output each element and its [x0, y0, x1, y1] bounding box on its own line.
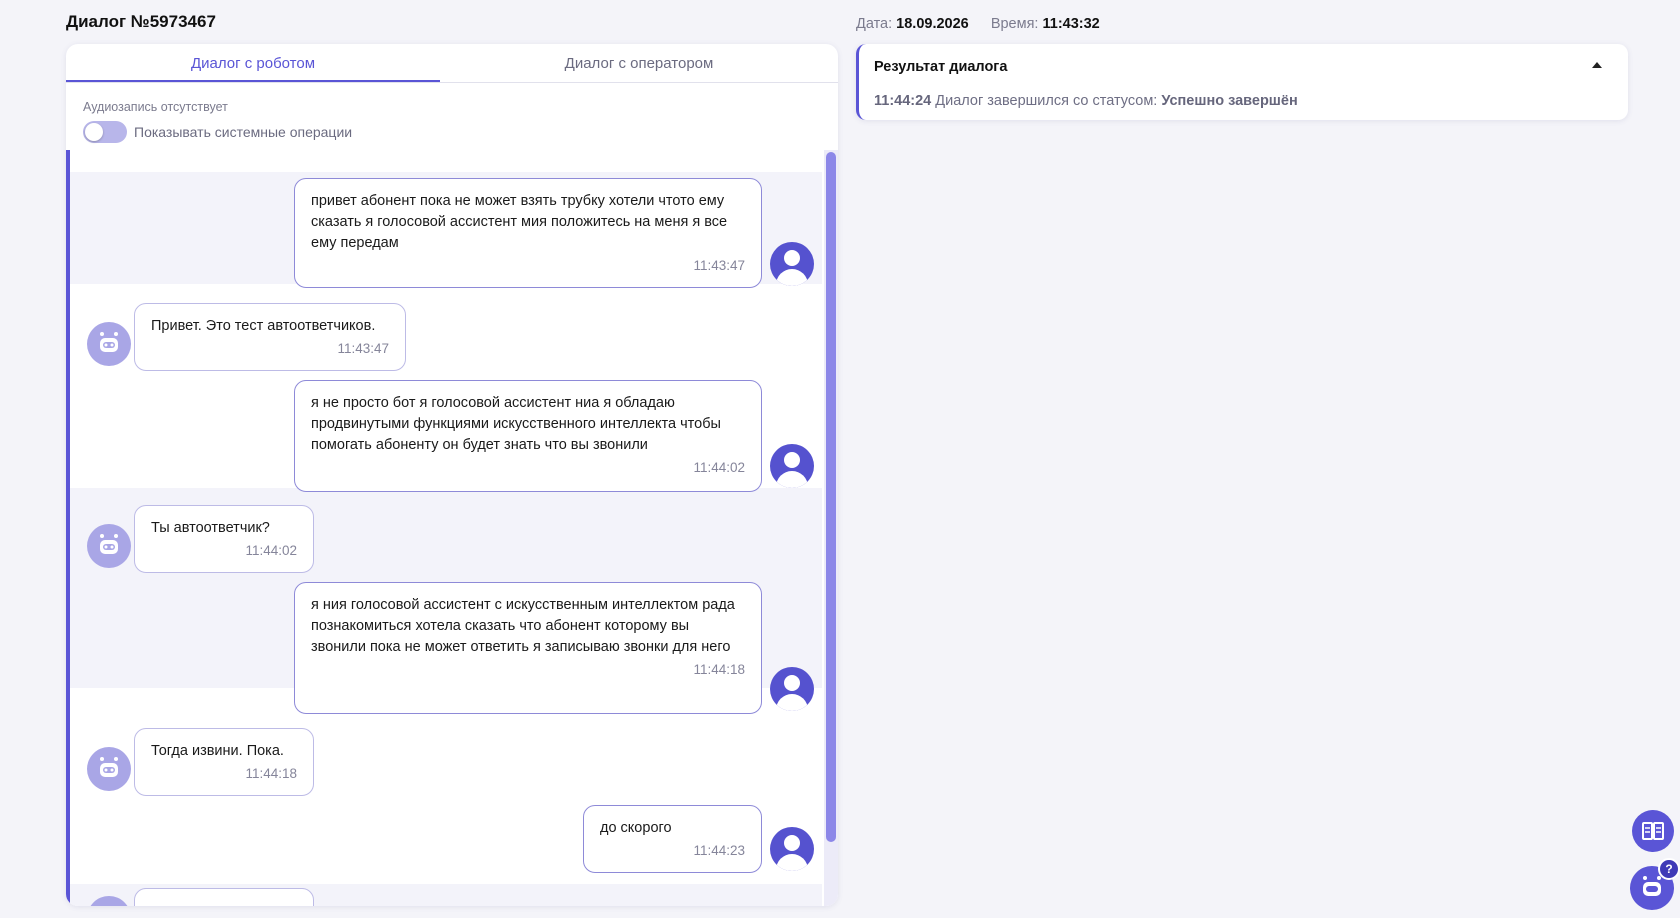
book-icon: [1642, 822, 1664, 840]
toggle-knob: [85, 123, 103, 141]
system-ops-toggle[interactable]: [83, 121, 127, 143]
chevron-up-icon[interactable]: [1592, 62, 1602, 68]
robot-icon: [1643, 876, 1661, 896]
date-label: Дата:: [856, 16, 893, 32]
message-bubble-user: я не просто бот я голосовой ассистент ни…: [294, 380, 762, 492]
message-text: Тогда извини. Пока.: [151, 743, 284, 759]
message-time: 11:44:18: [245, 766, 297, 781]
message-text: Привет. Это тест автоответчиков.: [151, 318, 376, 334]
tab-operator-dialog[interactable]: Диалог с оператором: [440, 44, 838, 82]
chat-scrollbar[interactable]: [824, 150, 838, 906]
audio-missing-note: Аудиозапись отсутствует: [83, 100, 228, 114]
robot-icon: [87, 747, 131, 791]
robot-icon: [87, 524, 131, 568]
message-time: 11:43:47: [693, 258, 745, 273]
user-icon: [770, 444, 814, 488]
dialog-result-card: Результат диалога 11:44:24 Диалог заверш…: [856, 44, 1628, 120]
message-bubble-user: я ния голосовой ассистент с искусственны…: [294, 582, 762, 714]
result-line: 11:44:24 Диалог завершился со статусом: …: [874, 93, 1298, 109]
dialog-title: Диалог №5973467: [66, 12, 216, 31]
system-ops-row: Показывать системные операции: [83, 121, 352, 143]
dialog-panel: Диалог с роботом Диалог с оператором Ауд…: [66, 44, 838, 906]
dialog-meta: Дата: 18.09.2026 Время: 11:43:32: [856, 16, 1100, 32]
time-label: Время:: [990, 16, 1039, 32]
message-bubble-bot: Привет. Это тест автоответчиков. 11:43:4…: [134, 303, 406, 371]
date-value: 18.09.2026: [896, 16, 969, 32]
assistant-button[interactable]: ?: [1630, 858, 1680, 910]
result-time: 11:44:24: [874, 93, 932, 109]
message-bubble-bot: Ты автоответчик? 11:44:02: [134, 505, 314, 573]
user-icon: [770, 242, 814, 286]
user-icon: [770, 827, 814, 871]
message-bubble-bot: Тогда извини. Пока. 11:44:18: [134, 728, 314, 796]
result-text: Диалог завершился со статусом:: [935, 93, 1158, 109]
message-time: 11:44:18: [693, 662, 745, 677]
guide-button[interactable]: [1632, 810, 1674, 852]
message-bubble-user: до скорого 11:44:23: [583, 805, 762, 873]
result-status: Успешно завершён: [1161, 93, 1298, 109]
chat-area[interactable]: привет абонент пока не может взять трубк…: [66, 150, 838, 906]
help-badge[interactable]: ?: [1658, 858, 1680, 880]
message-text: до скорого: [600, 820, 672, 836]
result-title: Результат диалога: [874, 59, 1008, 75]
time-value: 11:43:32: [1042, 16, 1100, 32]
message-time: 11:44:02: [245, 543, 297, 558]
chat-scrollbar-thumb[interactable]: [826, 152, 836, 842]
tab-bar: Диалог с роботом Диалог с оператором: [66, 44, 838, 83]
message-bubble-bot: [134, 888, 314, 906]
message-time: 11:44:23: [693, 843, 745, 858]
message-text: я ния голосовой ассистент с искусственны…: [311, 597, 735, 655]
message-text: привет абонент пока не может взять трубк…: [311, 193, 728, 251]
message-time: 11:44:02: [693, 460, 745, 475]
tab-robot-dialog[interactable]: Диалог с роботом: [66, 44, 440, 82]
user-icon: [770, 667, 814, 711]
message-text: я не просто бот я голосовой ассистент ни…: [311, 395, 721, 453]
system-ops-label: Показывать системные операции: [134, 124, 353, 140]
message-text: Ты автоответчик?: [151, 520, 270, 536]
message-time: 11:43:47: [337, 341, 389, 356]
robot-icon: [87, 322, 131, 366]
message-bubble-user: привет абонент пока не может взять трубк…: [294, 178, 762, 288]
